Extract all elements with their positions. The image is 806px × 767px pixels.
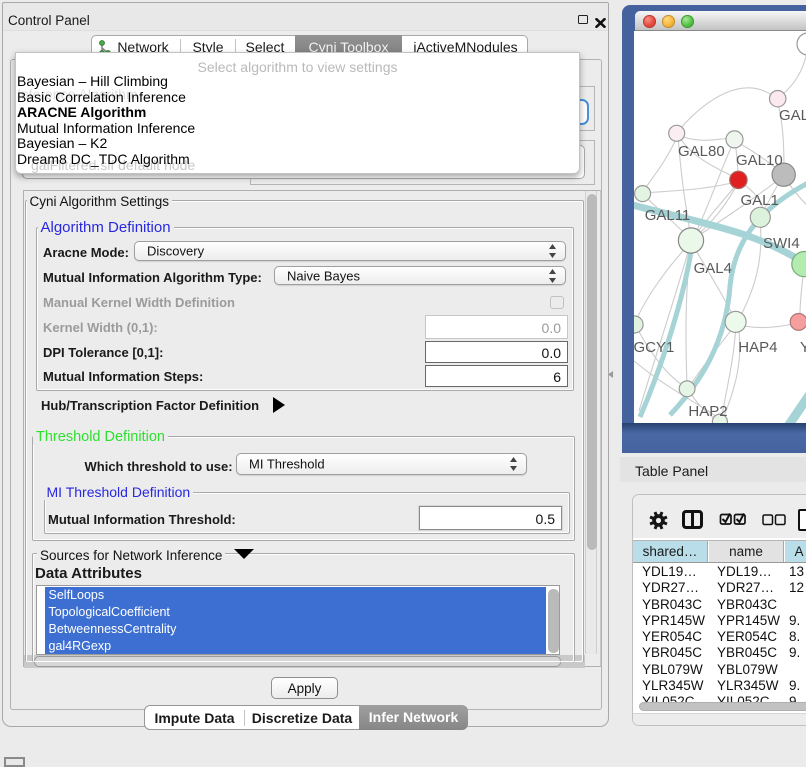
- svg-text:HAP2: HAP2: [688, 403, 727, 420]
- svg-text:Y: Y: [800, 339, 806, 356]
- svg-text:GCY1: GCY1: [634, 339, 674, 356]
- svg-text:GAL11: GAL11: [645, 207, 691, 224]
- svg-text:HAP4: HAP4: [738, 339, 777, 356]
- svg-text:GAL4: GAL4: [694, 260, 732, 277]
- svg-text:GAL1: GAL1: [741, 192, 779, 209]
- svg-text:GAL80: GAL80: [678, 143, 725, 160]
- svg-text:SWI4: SWI4: [763, 235, 800, 252]
- svg-text:GAL2: GAL2: [779, 107, 806, 124]
- svg-text:GAL10: GAL10: [736, 152, 783, 169]
